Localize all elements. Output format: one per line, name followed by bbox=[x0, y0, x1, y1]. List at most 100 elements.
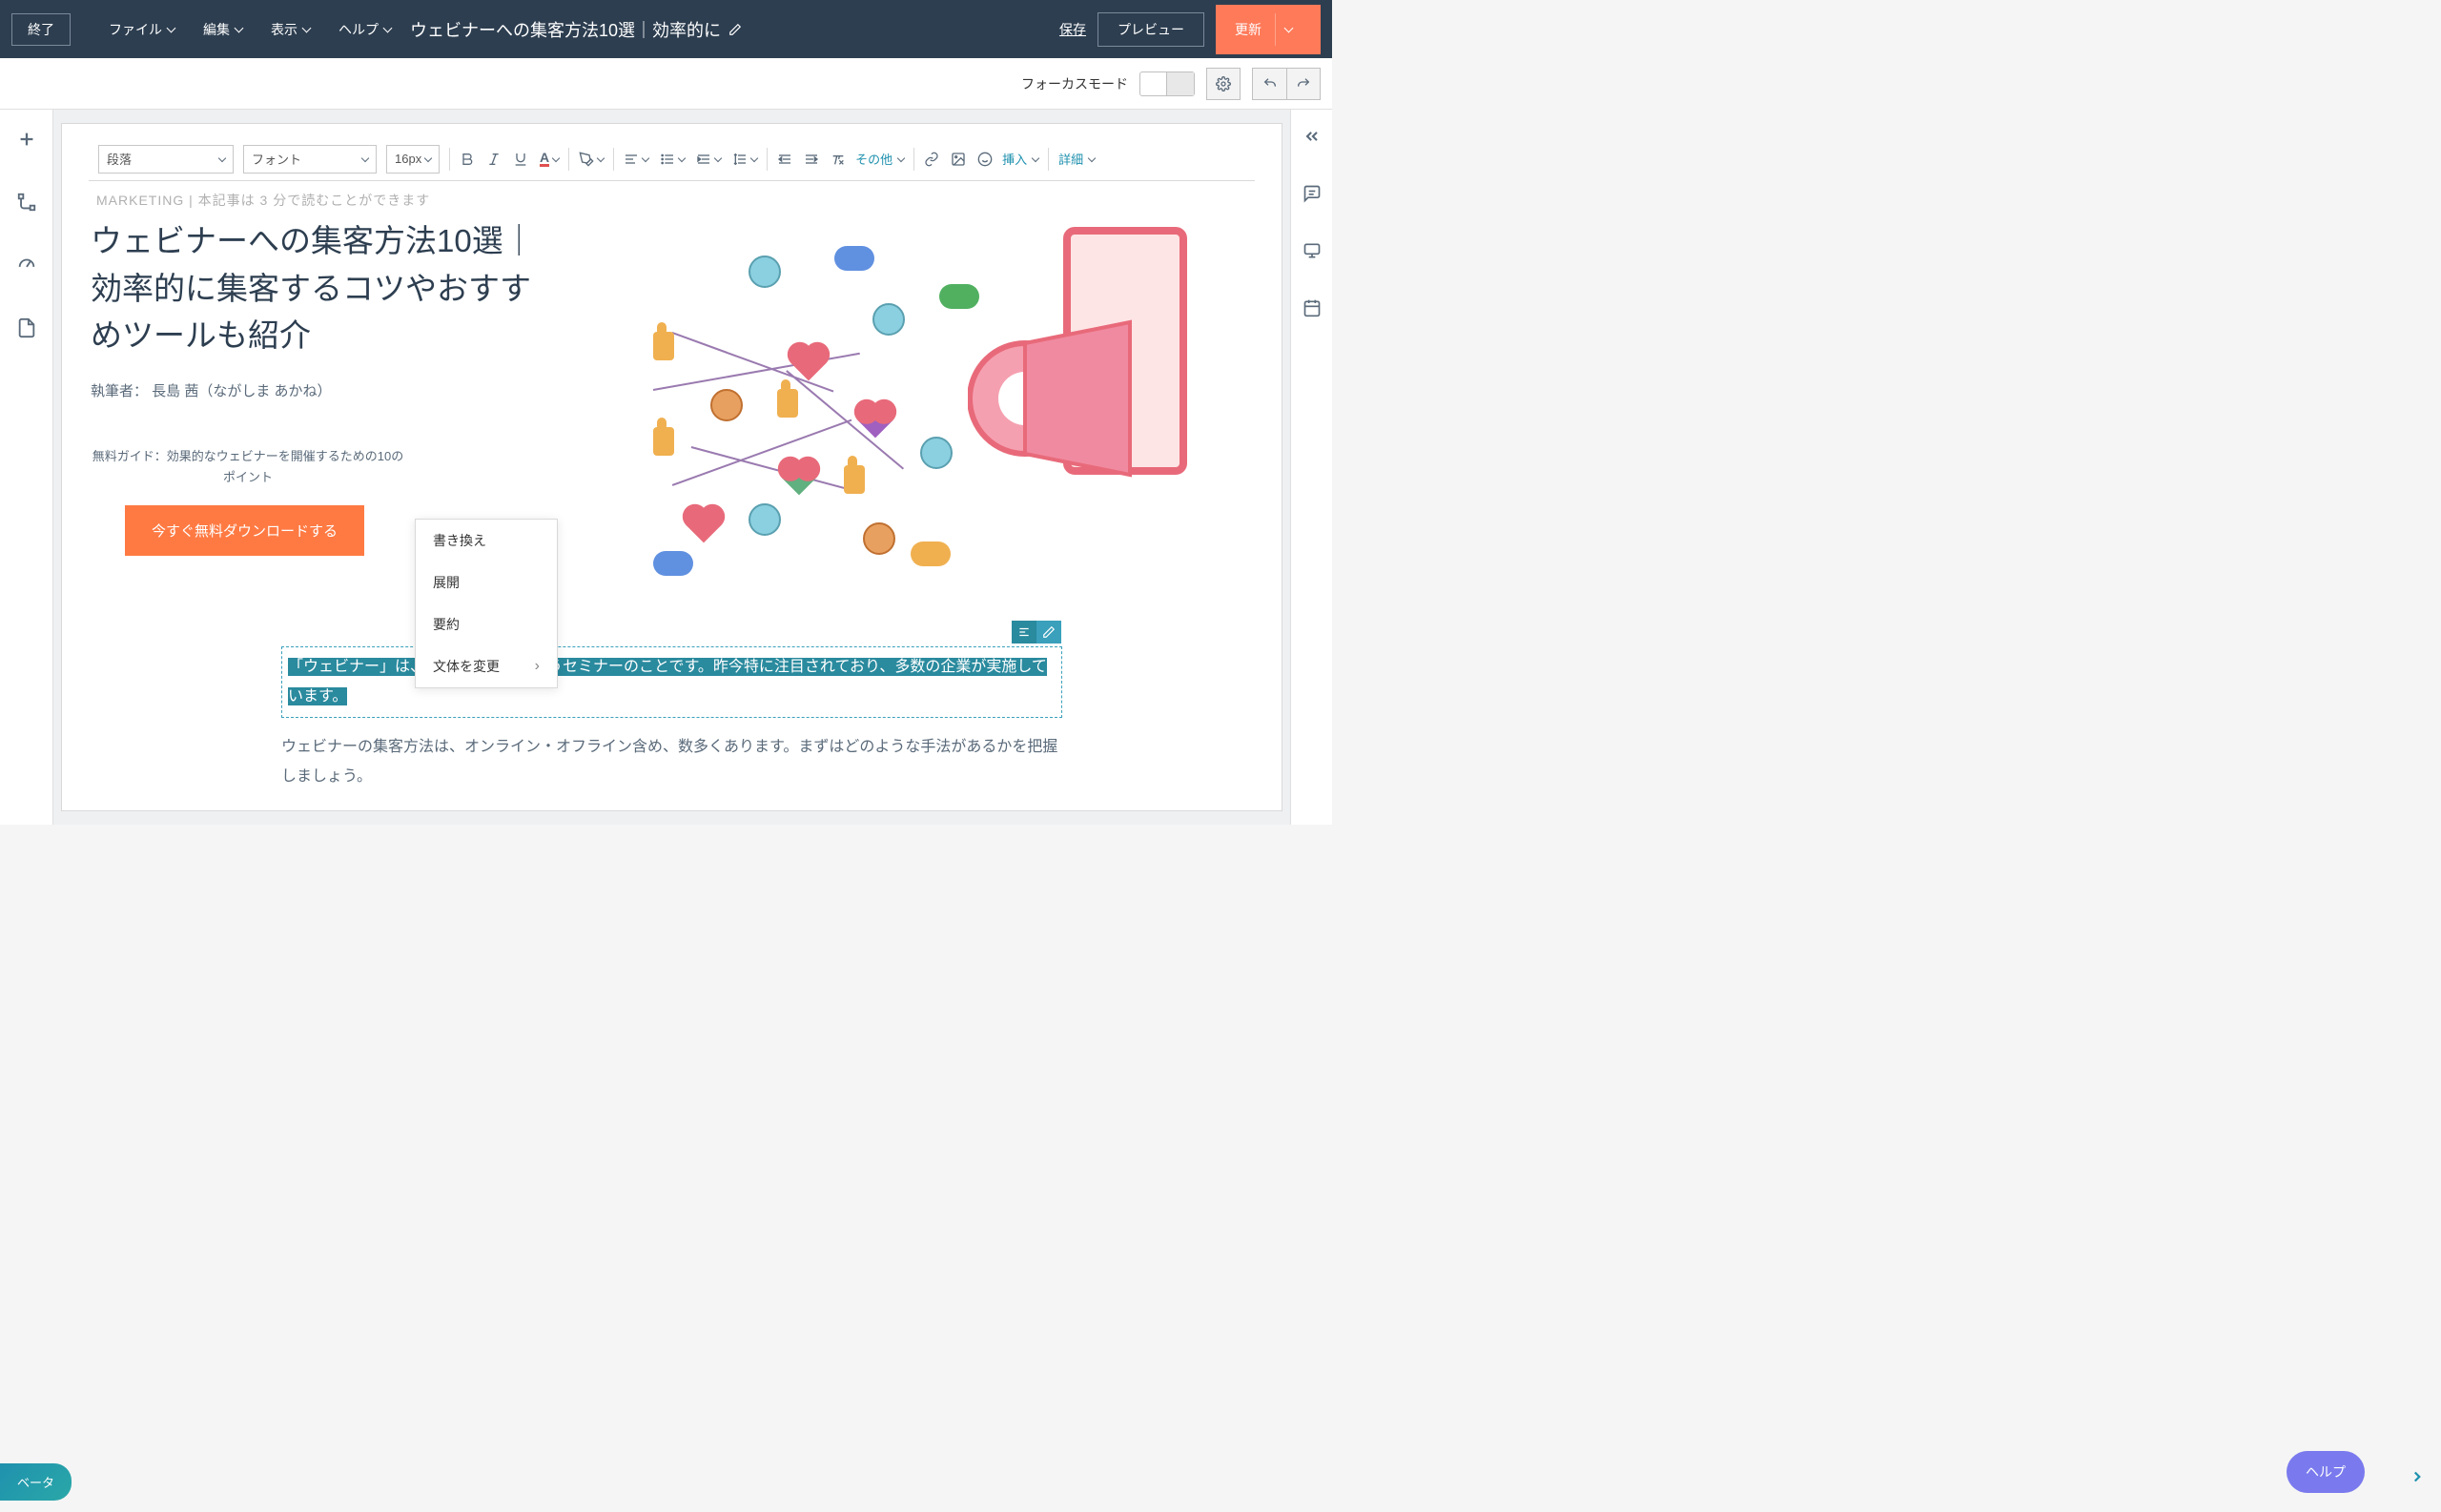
chevron-down-icon bbox=[677, 151, 685, 168]
text-color-button[interactable]: A bbox=[540, 151, 559, 168]
beta-badge[interactable]: ベータ bbox=[0, 1463, 72, 1501]
clear-format-icon[interactable] bbox=[831, 152, 846, 167]
font-size-select[interactable]: 16px bbox=[386, 145, 440, 174]
exit-button[interactable]: 終了 bbox=[11, 13, 71, 46]
italic-icon[interactable] bbox=[486, 152, 502, 167]
text-format-group: A bbox=[460, 151, 559, 168]
add-icon[interactable] bbox=[16, 129, 37, 150]
focus-mode-label: フォーカスモード bbox=[1021, 74, 1128, 93]
selected-block-wrap: 「ウェビナー」は、オンライン上で行うセミナーのことです。昨今特に注目されており、… bbox=[281, 646, 1062, 718]
ctx-change-style[interactable]: 文体を変更 bbox=[416, 645, 557, 687]
redo-icon bbox=[1296, 76, 1311, 92]
page-icon[interactable] bbox=[16, 317, 37, 338]
ai-text-icon[interactable] bbox=[1012, 621, 1036, 644]
editor-toolbar: 段落 フォント 16px A bbox=[89, 137, 1255, 181]
list-icon bbox=[660, 152, 675, 167]
underline-icon[interactable] bbox=[513, 152, 528, 167]
align-left-icon bbox=[624, 152, 639, 167]
comment-icon[interactable] bbox=[1303, 184, 1322, 203]
update-dropdown[interactable] bbox=[1275, 13, 1302, 46]
indent-button[interactable] bbox=[696, 151, 721, 168]
align-group bbox=[624, 151, 757, 168]
marker-icon bbox=[579, 152, 594, 167]
menu-edit[interactable]: 編集 bbox=[203, 20, 242, 39]
chevron-down-icon bbox=[360, 152, 368, 166]
gauge-icon[interactable] bbox=[16, 255, 37, 276]
chevron-down-icon bbox=[217, 152, 225, 166]
context-menu: 書き換え 展開 要約 文体を変更 bbox=[415, 519, 558, 688]
edit-block-icon[interactable] bbox=[1036, 621, 1061, 644]
ctx-expand[interactable]: 展開 bbox=[416, 562, 557, 603]
undo-redo-group bbox=[1252, 68, 1321, 100]
right-rail bbox=[1290, 110, 1332, 825]
menu-view-label: 表示 bbox=[271, 20, 297, 39]
chevron-down-icon bbox=[713, 151, 721, 168]
emoji-icon[interactable] bbox=[977, 152, 993, 167]
other-dropdown[interactable]: その他 bbox=[855, 150, 904, 168]
block-action-icons bbox=[1012, 621, 1061, 644]
document-title-text: ウェビナーへの集客方法10選｜効率的に bbox=[410, 17, 721, 42]
calendar-icon[interactable] bbox=[1303, 298, 1322, 317]
chevron-down-icon bbox=[384, 22, 391, 37]
device-preview-icon[interactable] bbox=[1303, 241, 1322, 260]
indent-right-icon[interactable] bbox=[804, 152, 819, 167]
save-link[interactable]: 保存 bbox=[1059, 20, 1086, 39]
settings-button[interactable] bbox=[1206, 68, 1241, 100]
page-canvas[interactable]: MARKETING | 本記事は 3 分で読むことができます ウェビナーへの集客… bbox=[62, 124, 1282, 810]
list-button[interactable] bbox=[660, 151, 685, 168]
redo-button[interactable] bbox=[1286, 68, 1321, 100]
line-height-button[interactable] bbox=[732, 151, 757, 168]
author-line: 執筆者： 長島 茜（ながしま あかね） bbox=[91, 380, 558, 400]
update-label: 更新 bbox=[1235, 20, 1262, 39]
chevron-down-icon bbox=[896, 152, 904, 166]
menu-help[interactable]: ヘルプ bbox=[338, 20, 391, 39]
chevron-down-icon bbox=[168, 22, 174, 37]
ctx-expand-label: 展開 bbox=[433, 573, 460, 592]
menu-file[interactable]: ファイル bbox=[109, 20, 174, 39]
detail-dropdown[interactable]: 詳細 bbox=[1058, 150, 1095, 168]
selected-text[interactable]: 「ウェビナー」は、オンライン上で行うセミナーのことです。昨今特に注目されており、… bbox=[288, 658, 1047, 705]
network-graphic bbox=[596, 217, 1187, 599]
chevron-down-icon bbox=[551, 151, 559, 168]
insert-group bbox=[924, 152, 993, 167]
menu-view[interactable]: 表示 bbox=[271, 20, 310, 39]
top-bar: 終了 ファイル 編集 表示 ヘルプ ウェビナーへの集客方法10選｜効率的に 保存… bbox=[0, 0, 1332, 58]
body-paragraph[interactable]: ウェビナーの集客方法は、オンライン・オフライン含め、数多くあります。まずはどのよ… bbox=[281, 733, 1062, 791]
editor-wrap: 段落 フォント 16px A bbox=[61, 123, 1282, 811]
separator bbox=[449, 148, 450, 171]
help-bubble[interactable]: ヘルプ bbox=[2287, 1451, 2365, 1493]
update-button[interactable]: 更新 bbox=[1216, 5, 1321, 54]
insert-dropdown[interactable]: 挿入 bbox=[1002, 150, 1038, 168]
ctx-rewrite-label: 書き換え bbox=[433, 531, 486, 550]
paragraph-style-select[interactable]: 段落 bbox=[98, 145, 234, 174]
align-button[interactable] bbox=[624, 151, 648, 168]
bold-icon[interactable] bbox=[460, 152, 475, 167]
expand-right-icon[interactable] bbox=[2409, 1468, 2426, 1485]
separator bbox=[568, 148, 569, 171]
menu-edit-label: 編集 bbox=[203, 20, 230, 39]
insert-label: 挿入 bbox=[1002, 150, 1027, 168]
document-title[interactable]: ウェビナーへの集客方法10選｜効率的に bbox=[410, 17, 742, 42]
outdent-icon[interactable] bbox=[777, 152, 792, 167]
font-select[interactable]: フォント bbox=[243, 145, 377, 174]
format-group bbox=[777, 152, 846, 167]
chevron-down-icon bbox=[303, 22, 310, 37]
link-icon[interactable] bbox=[924, 152, 939, 167]
ctx-change-style-label: 文体を変更 bbox=[433, 657, 500, 676]
undo-button[interactable] bbox=[1252, 68, 1286, 100]
ctx-rewrite[interactable]: 書き換え bbox=[416, 520, 557, 562]
highlight-button[interactable] bbox=[579, 151, 604, 168]
image-icon[interactable] bbox=[951, 152, 966, 167]
chevron-down-icon bbox=[236, 22, 242, 37]
body-text-block[interactable]: 「ウェビナー」は、オンライン上で行うセミナーのことです。昨今特に注目されており、… bbox=[281, 646, 1062, 791]
tree-icon[interactable] bbox=[16, 192, 37, 213]
article-header-row: ウェビナーへの集客方法10選｜効率的に集客するコツやおすすめツールも紹介 執筆者… bbox=[91, 217, 1253, 599]
download-button[interactable]: 今すぐ無料ダウンロードする bbox=[125, 505, 364, 556]
preview-button[interactable]: プレビュー bbox=[1097, 12, 1204, 47]
ctx-summarize[interactable]: 要約 bbox=[416, 603, 557, 645]
undo-icon bbox=[1262, 76, 1278, 92]
main-layout: 段落 フォント 16px A bbox=[0, 110, 1332, 825]
menu-help-label: ヘルプ bbox=[338, 20, 379, 39]
focus-mode-toggle[interactable] bbox=[1139, 72, 1195, 96]
collapse-icon[interactable] bbox=[1303, 127, 1322, 146]
